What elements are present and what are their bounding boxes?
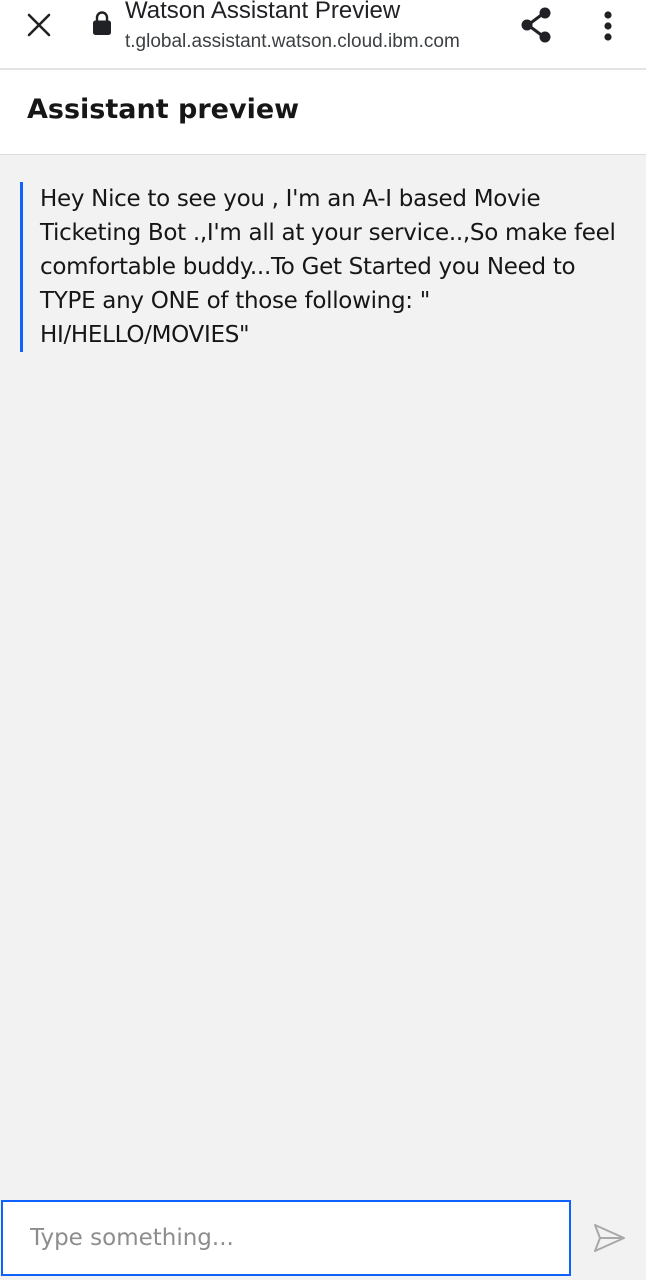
page-title: Watson Assistant Preview xyxy=(125,0,401,24)
lock-icon xyxy=(93,11,111,35)
preview-title: Assistant preview xyxy=(27,94,300,125)
more-options-button[interactable] xyxy=(590,6,626,46)
browser-toolbar: Watson Assistant Preview t.global.assist… xyxy=(0,0,646,70)
send-icon xyxy=(594,1224,625,1252)
message-input[interactable] xyxy=(1,1200,571,1276)
chat-transcript[interactable]: Hey Nice to see you , I'm an A-I based M… xyxy=(0,155,646,1200)
share-icon xyxy=(521,7,551,43)
assistant-message: Hey Nice to see you , I'm an A-I based M… xyxy=(20,182,620,352)
assistant-preview-header: Assistant preview xyxy=(0,70,646,155)
share-button[interactable] xyxy=(514,4,558,46)
more-vert-icon xyxy=(604,11,612,41)
close-icon xyxy=(27,13,51,37)
message-composer xyxy=(0,1200,646,1280)
send-button[interactable] xyxy=(588,1216,632,1260)
page-url[interactable]: t.global.assistant.watson.cloud.ibm.com xyxy=(125,31,460,53)
close-button[interactable] xyxy=(20,6,58,44)
